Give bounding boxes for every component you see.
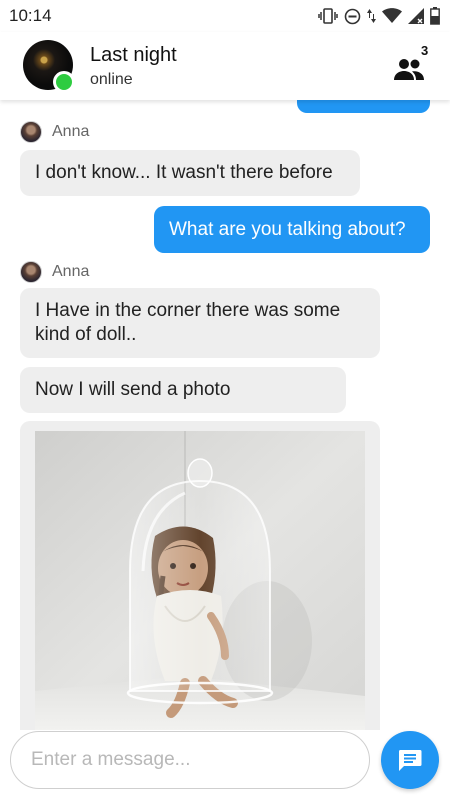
online-indicator (53, 71, 75, 93)
doll-photo[interactable] (35, 431, 365, 730)
data-arrows-icon (367, 9, 376, 23)
signal-icon (408, 8, 424, 24)
chat-status: online (90, 71, 133, 88)
do-not-disturb-icon (344, 8, 361, 24)
message-bubble-incoming[interactable]: Now I will send a photo (20, 367, 346, 413)
message-text: Now I will send a photo (35, 379, 231, 400)
sender-row: Anna (20, 121, 89, 143)
sender-avatar (20, 121, 42, 143)
wifi-icon (382, 8, 402, 23)
message-bubble-outgoing[interactable]: What are you talking about? (154, 206, 430, 253)
message-bubble-incoming[interactable]: I don't know... It wasn't there before (20, 150, 360, 196)
message-list[interactable]: Anna I don't know... It wasn't there bef… (0, 100, 450, 730)
message-bubble-photo[interactable] (20, 421, 380, 730)
message-bubble-outgoing-partial[interactable] (297, 100, 430, 113)
message-text: I Have in the corner there was some kind… (35, 300, 341, 345)
send-button[interactable] (381, 731, 439, 789)
status-icons (318, 7, 440, 25)
battery-icon (430, 7, 440, 25)
message-input[interactable] (10, 731, 370, 789)
chat-header: Last night online 3 (0, 32, 450, 100)
message-text: I don't know... It wasn't there before (35, 162, 333, 183)
group-icon (394, 59, 424, 80)
message-bubble-incoming[interactable]: I Have in the corner there was some kind… (20, 288, 380, 358)
sender-name: Anna (52, 263, 90, 280)
sender-name: Anna (52, 123, 90, 140)
doll-under-glass-dome-image (35, 431, 365, 730)
message-icon (398, 750, 422, 771)
vibrate-icon (318, 8, 338, 24)
message-text: What are you talking about? (169, 218, 406, 240)
chat-title: Last night (90, 44, 177, 66)
sender-avatar (20, 261, 42, 283)
members-button[interactable]: 3 (393, 43, 433, 86)
status-bar: 10:14 (0, 0, 450, 32)
status-time: 10:14 (9, 6, 52, 25)
sender-row: Anna (20, 261, 89, 283)
members-count: 3 (421, 43, 429, 58)
chat-avatar[interactable] (23, 40, 75, 93)
